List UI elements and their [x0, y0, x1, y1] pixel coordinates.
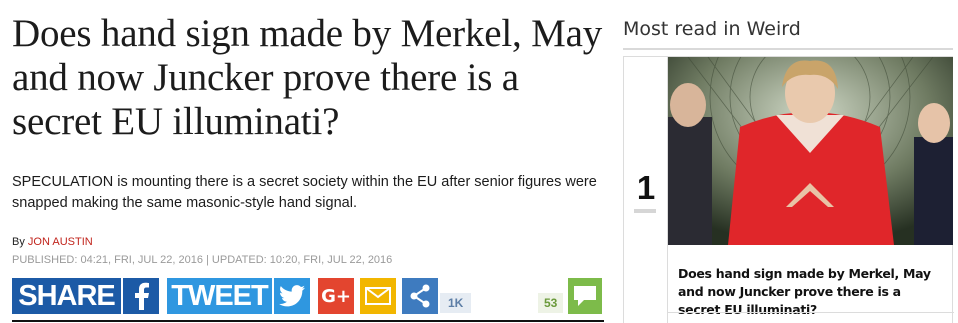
twitter-bird-icon[interactable] [274, 278, 310, 314]
article-headline: Does hand sign made by Merkel, May and n… [12, 12, 602, 143]
email-icon[interactable] [360, 278, 396, 314]
article-standfirst: SPECULATION is mounting there is a secre… [12, 174, 597, 211]
facebook-icon[interactable] [123, 278, 159, 314]
share-count-badge: 1K [440, 293, 472, 313]
most-read-sidebar: Most read in Weird 1 Does hand sign made… [623, 18, 958, 323]
gplus-share-button[interactable]: G+ [318, 278, 354, 314]
byline: By JON AUSTIN [12, 236, 93, 248]
comments-count-badge: 53 [538, 293, 564, 313]
card-divider [668, 312, 954, 313]
comments-icon[interactable] [568, 278, 602, 314]
rank-underline [634, 209, 656, 213]
share-bar: SHARE TWEET G+ 1K 53 [12, 278, 604, 314]
sidebar-title: Most read in Weird [623, 18, 801, 40]
share-icon[interactable] [402, 278, 438, 314]
publish-dates: PUBLISHED: 04:21, Fri, Jul 22, 2016 | UP… [12, 254, 393, 266]
article-divider [12, 320, 604, 322]
most-read-item[interactable]: 1 Does hand sign made by Merkel, May and… [623, 56, 954, 323]
twitter-share-button[interactable]: TWEET [167, 278, 272, 314]
article-thumbnail[interactable] [668, 57, 953, 245]
byline-prefix: By [12, 236, 25, 248]
article: Does hand sign made by Merkel, May and n… [12, 8, 604, 323]
rank-number: 1 [636, 169, 656, 206]
most-read-item-title[interactable]: Does hand sign made by Merkel, May and n… [678, 265, 946, 319]
rank-column: 1 [624, 57, 668, 323]
facebook-share-button[interactable]: SHARE [12, 278, 121, 314]
author-link[interactable]: JON AUSTIN [28, 236, 93, 248]
sidebar-rule [623, 48, 953, 50]
